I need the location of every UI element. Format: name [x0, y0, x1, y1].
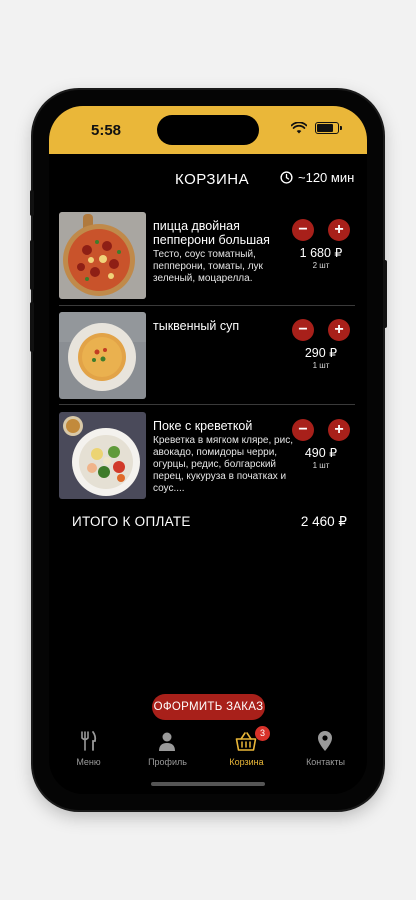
- status-bar: 5:58: [49, 106, 367, 154]
- item-name: тыквенный суп: [153, 319, 240, 333]
- item-price: 490 ₽: [304, 446, 338, 460]
- item-count: 1 шт: [312, 361, 330, 370]
- location-pin-icon: [318, 731, 332, 751]
- item-name: пицца двойная пепперони большая: [153, 219, 270, 247]
- item-description: Тесто, соус томатный, пепперони, томаты,…: [153, 249, 263, 284]
- cart-count-badge: 3: [255, 726, 270, 741]
- increase-quantity-button[interactable]: +: [328, 219, 350, 241]
- decrease-quantity-button[interactable]: −: [292, 419, 314, 441]
- increase-quantity-button[interactable]: +: [328, 319, 350, 341]
- home-indicator: [151, 782, 265, 786]
- eta-text: ~120 мин: [298, 170, 355, 185]
- item-description: Креветка в мягком кляре, рис, авокадо, п…: [153, 435, 293, 494]
- item-price: 290 ₽: [304, 346, 338, 360]
- tab-label: Меню: [76, 757, 101, 767]
- status-time: 5:58: [91, 122, 122, 139]
- decrease-quantity-button[interactable]: −: [292, 219, 314, 241]
- total-value: 2 460 ₽: [300, 514, 347, 529]
- item-name: Поке с креветкой: [153, 419, 253, 433]
- tab-label: Контакты: [306, 757, 345, 767]
- soup-image: [59, 312, 146, 399]
- total-label: ИТОГО К ОПЛАТЕ: [72, 514, 191, 529]
- volume-up-button: [30, 240, 34, 290]
- tab-label: Корзина: [229, 757, 264, 767]
- tab-label: Профиль: [148, 757, 187, 767]
- battery-icon: [315, 122, 342, 134]
- wifi-icon: [291, 122, 307, 134]
- cart-item: тыквенный суп − + 290 ₽ 1 шт: [59, 312, 355, 404]
- tab-menu[interactable]: Меню: [49, 726, 128, 770]
- poke-image: [59, 412, 146, 499]
- volume-down-button: [30, 302, 34, 352]
- tab-cart[interactable]: 3 Корзина: [207, 726, 286, 770]
- cart-item: Поке с креветкой Креветка в мягком кляре…: [59, 412, 355, 504]
- clock-icon: [280, 171, 293, 184]
- tab-profile[interactable]: Профиль: [128, 726, 207, 770]
- item-count: 2 шт: [312, 261, 330, 270]
- item-count: 1 шт: [312, 461, 330, 470]
- page-title: КОРЗИНА: [175, 171, 250, 188]
- basket-icon: [235, 732, 257, 751]
- mute-switch: [30, 190, 34, 216]
- divider: [59, 305, 355, 306]
- tab-bar: Меню Профиль 3 Корзина Контакты: [49, 726, 367, 770]
- user-icon: [159, 732, 175, 751]
- cart-item: пицца двойная пепперони большая Тесто, с…: [59, 212, 355, 304]
- increase-quantity-button[interactable]: +: [328, 419, 350, 441]
- power-button: [383, 260, 387, 328]
- decrease-quantity-button[interactable]: −: [292, 319, 314, 341]
- tab-contacts[interactable]: Контакты: [286, 726, 365, 770]
- delivery-eta: ~120 мин: [280, 170, 354, 185]
- dynamic-island: [157, 115, 259, 145]
- status-icons: [291, 122, 342, 134]
- app-screen: 5:58 КОРЗИНА ~120 мин пицца двойная пепп…: [49, 106, 367, 794]
- pizza-image: [59, 212, 146, 299]
- cart-header: КОРЗИНА ~120 мин: [49, 154, 367, 198]
- item-price: 1 680 ₽: [299, 246, 343, 260]
- divider: [59, 404, 355, 405]
- fork-knife-icon: [81, 731, 97, 751]
- checkout-button[interactable]: ОФОРМИТЬ ЗАКАЗ: [152, 694, 265, 720]
